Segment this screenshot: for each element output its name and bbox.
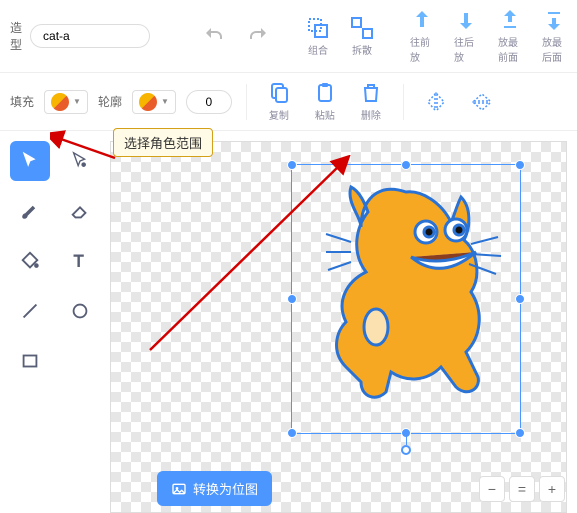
handle-ne[interactable] <box>515 160 525 170</box>
forward-button[interactable]: 往前放 <box>404 6 440 66</box>
fill-color-picker[interactable]: ▼ <box>44 90 88 114</box>
handle-nw[interactable] <box>287 160 297 170</box>
delete-button[interactable]: 删除 <box>353 79 389 124</box>
eraser-tool[interactable] <box>60 191 100 231</box>
back-label: 放最后面 <box>542 34 566 64</box>
paste-label: 粘贴 <box>315 107 335 122</box>
undo-button[interactable] <box>196 22 232 50</box>
annotation-callout: 选择角色范围 <box>113 128 213 157</box>
ungroup-button[interactable]: 拆散 <box>344 14 380 59</box>
rectangle-tool[interactable] <box>10 341 50 381</box>
handle-se[interactable] <box>515 428 525 438</box>
flip-horizontal-button[interactable] <box>418 88 454 116</box>
tools-palette: T <box>0 131 110 513</box>
image-icon <box>171 481 187 497</box>
backward-button[interactable]: 往后放 <box>448 6 484 66</box>
convert-label: 转换为位图 <box>193 479 258 498</box>
outline-label: 轮廓 <box>98 93 122 110</box>
fill-swatch-icon <box>51 93 69 111</box>
chevron-down-icon: ▼ <box>161 97 169 106</box>
copy-label: 复制 <box>269 107 289 122</box>
brush-tool[interactable] <box>10 191 50 231</box>
line-tool[interactable] <box>10 291 50 331</box>
copy-button[interactable]: 复制 <box>261 79 297 124</box>
circle-tool[interactable] <box>60 291 100 331</box>
zoom-fit-button[interactable]: = <box>509 476 535 502</box>
svg-text:T: T <box>74 253 84 271</box>
text-tool[interactable]: T <box>60 241 100 281</box>
outline-swatch-icon <box>139 93 157 111</box>
handle-sw[interactable] <box>287 428 297 438</box>
separator <box>246 84 247 120</box>
zoom-controls: − = + <box>479 476 565 502</box>
ungroup-label: 拆散 <box>352 42 372 57</box>
outline-color-picker[interactable]: ▼ <box>132 90 176 114</box>
fill-label: 填充 <box>10 93 34 110</box>
delete-label: 删除 <box>361 107 381 122</box>
costume-name-input[interactable] <box>30 24 150 48</box>
select-tool[interactable] <box>10 141 50 181</box>
chevron-down-icon: ▼ <box>73 97 81 106</box>
paste-button[interactable]: 粘贴 <box>307 79 343 124</box>
costume-label: 造型 <box>10 19 22 53</box>
handle-e[interactable] <box>515 294 525 304</box>
back-button[interactable]: 放最后面 <box>536 6 572 66</box>
separator <box>403 84 404 120</box>
canvas[interactable] <box>110 141 567 513</box>
convert-to-bitmap-button[interactable]: 转换为位图 <box>157 471 272 506</box>
backward-label: 往后放 <box>454 34 478 64</box>
handle-n[interactable] <box>401 160 411 170</box>
front-label: 放最前面 <box>498 34 522 64</box>
zoom-in-button[interactable]: + <box>539 476 565 502</box>
handle-rotate[interactable] <box>401 445 411 455</box>
group-label: 组合 <box>308 42 328 57</box>
redo-button[interactable] <box>240 22 276 50</box>
fill-tool[interactable] <box>10 241 50 281</box>
forward-label: 往前放 <box>410 34 434 64</box>
reshape-tool[interactable] <box>60 141 100 181</box>
flip-vertical-button[interactable] <box>464 88 500 116</box>
handle-w[interactable] <box>287 294 297 304</box>
stroke-width-input[interactable]: 0 <box>186 90 232 114</box>
selection-box[interactable] <box>291 164 521 434</box>
zoom-out-button[interactable]: − <box>479 476 505 502</box>
front-button[interactable]: 放最前面 <box>492 6 528 66</box>
group-button[interactable]: 组合 <box>300 14 336 59</box>
